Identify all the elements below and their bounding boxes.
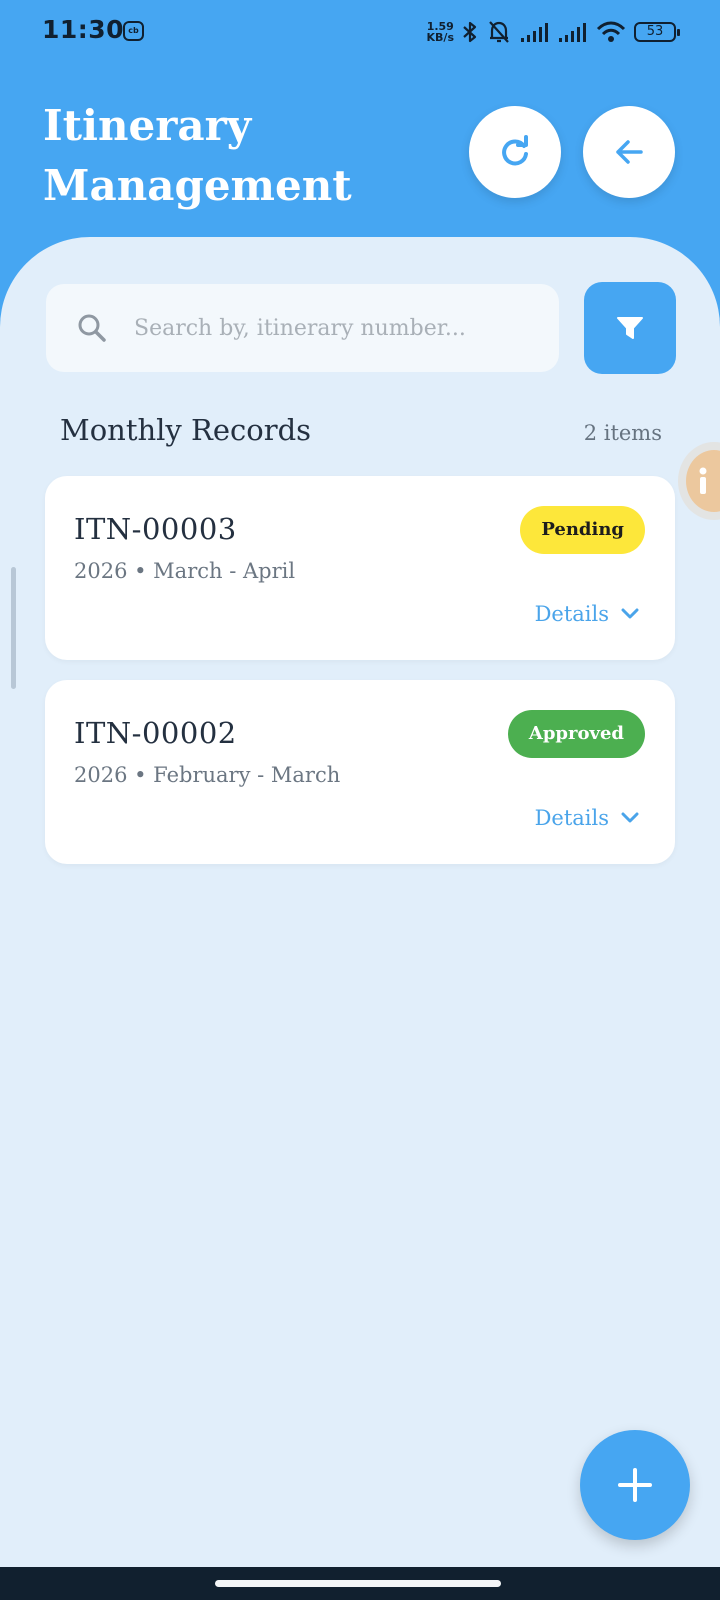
status-badge: Approved [507,710,645,758]
filter-icon [617,317,643,339]
arrow-left-icon [616,140,643,164]
status-badge: Pending [520,506,645,554]
itinerary-number: ITN-00002 [74,716,237,750]
details-label: Details [534,806,609,830]
signal-icon-2 [559,23,586,42]
signal-icon [521,23,548,42]
items-count: 2 items [583,421,662,445]
section-title: Monthly Records [60,413,312,447]
main-content: Monthly Records 2 items ITN-00003 2026 •… [0,237,720,1567]
chevron-down-icon [621,812,639,823]
itinerary-card[interactable]: ITN-00003 2026 • March - April Pending D… [45,476,675,660]
details-label: Details [534,602,609,626]
search-input[interactable] [132,314,536,342]
home-handle[interactable] [215,1580,501,1587]
scroll-indicator [11,567,16,689]
status-icons: 1.59 KB/s 53 [426,18,680,46]
back-button[interactable] [583,106,675,198]
battery-indicator: 53 [634,22,680,42]
add-button[interactable] [580,1430,690,1540]
itinerary-period: 2026 • February - March [74,763,341,787]
status-time: 11:30 [42,15,125,44]
status-bar: 11:30 cb 1.59 KB/s 53 [0,0,720,64]
accessibility-icon [699,467,707,494]
details-toggle[interactable]: Details [535,806,639,830]
bluetooth-icon [463,21,477,43]
refresh-icon [502,135,528,166]
notification-app-icon: cb [123,21,144,41]
itinerary-card[interactable]: ITN-00002 2026 • February - March Approv… [45,680,675,864]
plus-icon [618,1468,652,1502]
filter-button[interactable] [584,282,676,374]
system-nav-bar [0,1567,720,1600]
wifi-icon [596,21,626,42]
page-title: Itinerary Management [43,101,352,210]
search-bar[interactable] [46,284,559,372]
itinerary-number: ITN-00003 [74,512,237,546]
chevron-down-icon [621,608,639,619]
itinerary-period: 2026 • March - April [74,559,296,583]
details-toggle[interactable]: Details [535,602,639,626]
refresh-button[interactable] [469,106,561,198]
network-speed: 1.59 KB/s [426,20,454,44]
search-icon [76,312,108,344]
bell-muted-icon [489,21,509,43]
